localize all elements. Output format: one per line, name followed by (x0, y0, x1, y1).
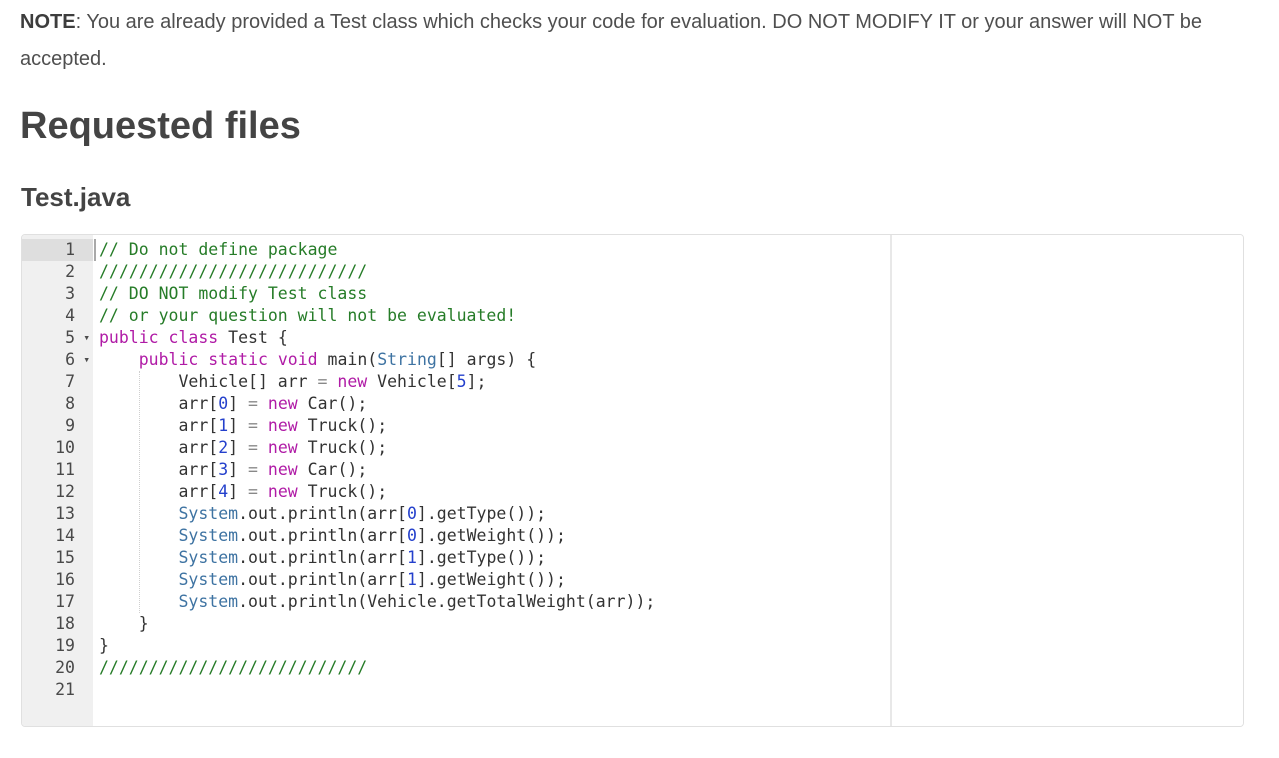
line-number: 16 (55, 570, 75, 589)
code-line[interactable]: /////////////////////////// (93, 261, 1243, 283)
code-line[interactable]: arr[1] = new Truck(); (93, 415, 1243, 437)
code-line[interactable]: // DO NOT modify Test class (93, 283, 1243, 305)
code-editor[interactable]: 1 2 3 4 5 ▾ 6 ▾ 7 8 9 10 11 12 13 14 15 16 17 18 19 20 21 // D… (21, 234, 1244, 727)
note-text: NOTE: You are already provided a Test cl… (20, 4, 1236, 78)
code-line[interactable]: arr[2] = new Truck(); (93, 437, 1243, 459)
line-number: 4 (65, 306, 75, 325)
line-number: 12 (55, 482, 75, 501)
code-line[interactable]: // Do not define package (93, 239, 1243, 261)
line-number: 8 (65, 394, 75, 413)
line-number: 2 (65, 262, 75, 281)
line-number: 14 (55, 526, 75, 545)
line-number: 13 (55, 504, 75, 523)
line-number: 20 (55, 658, 75, 677)
code-line[interactable]: arr[3] = new Car(); (93, 459, 1243, 481)
code-line[interactable]: } (93, 613, 1243, 635)
code-line[interactable]: System.out.println(Vehicle.getTotalWeigh… (93, 591, 1243, 613)
fold-arrow-icon[interactable]: ▾ (83, 349, 90, 371)
line-number: 9 (65, 416, 75, 435)
line-number: 15 (55, 548, 75, 567)
gutter: 1 2 3 4 5 ▾ 6 ▾ 7 8 9 10 11 12 13 14 15 16 17 18 19 20 21 (22, 235, 93, 726)
code-line[interactable]: System.out.println(arr[1].getWeight()); (93, 569, 1243, 591)
note-body: : You are already provided a Test class … (20, 11, 1202, 70)
line-number: 10 (55, 438, 75, 457)
line-number: 5 ▾ (65, 327, 90, 349)
line-number: 1 (22, 239, 93, 261)
code-line[interactable]: Vehicle[] arr = new Vehicle[5]; (93, 371, 1243, 393)
code-line[interactable]: /////////////////////////// (93, 657, 1243, 679)
code-line[interactable]: System.out.println(arr[0].getWeight()); (93, 525, 1243, 547)
page-title: Requested files (20, 105, 301, 147)
line-number: 17 (55, 592, 75, 611)
line-number: 18 (55, 614, 75, 633)
code-line[interactable] (93, 679, 1243, 701)
code-line[interactable]: System.out.println(arr[0].getType()); (93, 503, 1243, 525)
line-number: 19 (55, 636, 75, 655)
code-line[interactable]: public class Test { (93, 327, 1243, 349)
code-pane[interactable]: // Do not define package////////////////… (93, 235, 1243, 726)
line-number: 21 (55, 680, 75, 699)
file-title: Test.java (21, 182, 131, 212)
line-number: 3 (65, 284, 75, 303)
code-line[interactable]: } (93, 635, 1243, 657)
fold-arrow-icon[interactable]: ▾ (83, 327, 90, 349)
code-line[interactable]: public static void main(String[] args) { (93, 349, 1243, 371)
note-label: NOTE (20, 11, 76, 33)
code-lines: // Do not define package////////////////… (93, 239, 1243, 701)
code-line[interactable]: // or your question will not be evaluate… (93, 305, 1243, 327)
line-number: 7 (65, 372, 75, 391)
code-line[interactable]: System.out.println(arr[1].getType()); (93, 547, 1243, 569)
line-number: 11 (55, 460, 75, 479)
code-line[interactable]: arr[0] = new Car(); (93, 393, 1243, 415)
code-line[interactable]: arr[4] = new Truck(); (93, 481, 1243, 503)
line-number: 6 ▾ (65, 349, 90, 371)
